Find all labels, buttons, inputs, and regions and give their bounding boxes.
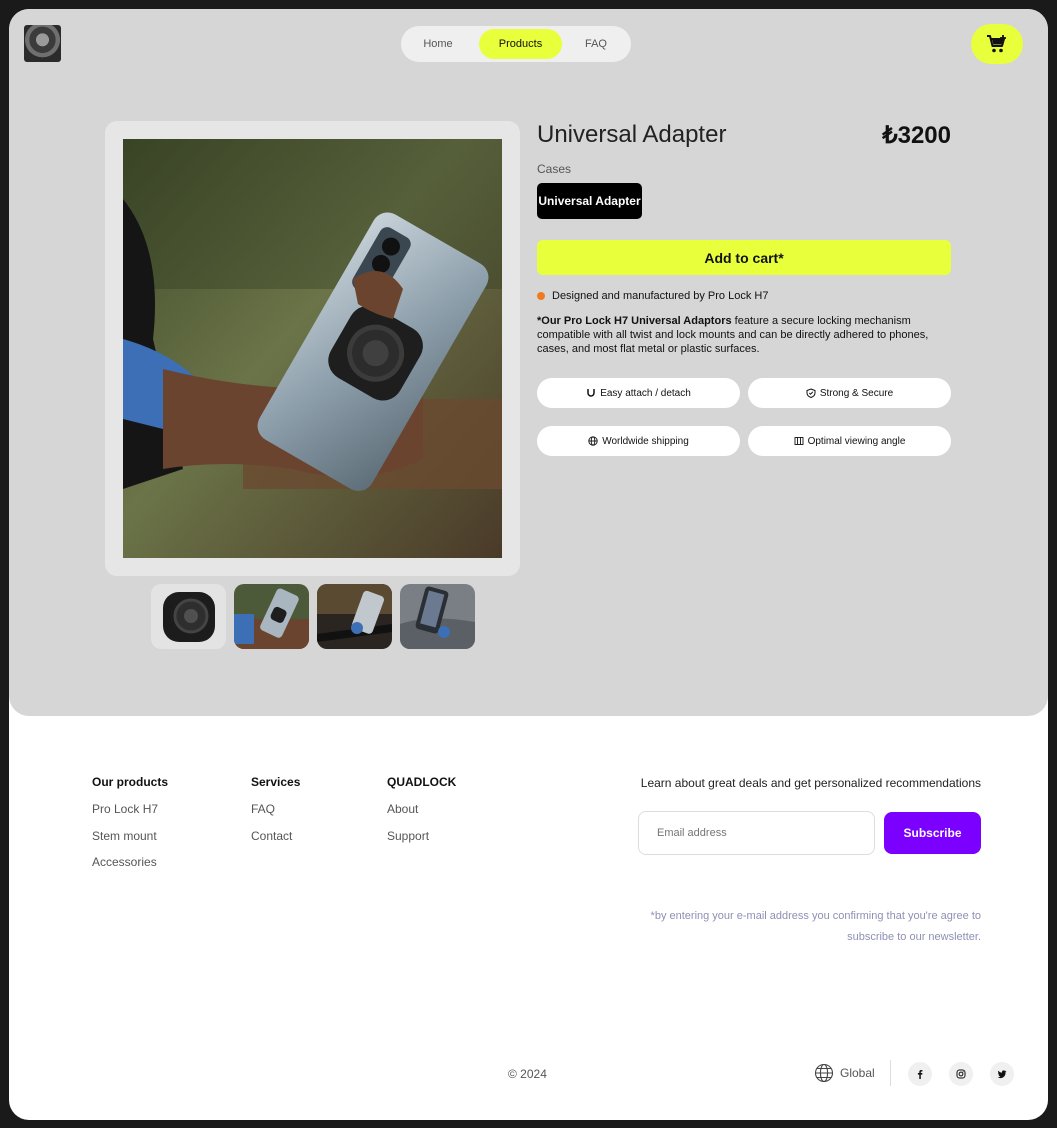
twitter-icon [997,1070,1007,1079]
feature-label: Strong & Secure [819,387,894,399]
magnet-icon [587,389,595,397]
copyright: © 2024 [508,1067,547,1081]
footer-link[interactable]: Support [387,829,429,843]
variant-option[interactable]: Universal Adapter [537,183,642,219]
footer-col-title: QUADLOCK [387,775,457,789]
product-thumbnail[interactable] [234,584,309,649]
feature-viewing-angle: Optimal viewing angle [748,426,951,456]
product-price: ₺3200 [882,122,951,149]
cart-button[interactable] [971,24,1023,64]
main-nav: Home Products FAQ [401,26,631,62]
add-to-cart-button[interactable]: Add to cart* [537,240,951,275]
product-thumbnail[interactable] [317,584,392,649]
maker-note-text: Designed and manufactured by Pro Lock H7 [552,290,769,302]
facebook-button[interactable] [908,1062,932,1086]
instagram-button[interactable] [949,1062,973,1086]
newsletter-disclaimer: *by entering your e-mail address you con… [650,910,981,943]
feature-strong-secure: Strong & Secure [748,378,951,408]
footer-link[interactable]: Contact [251,829,292,843]
status-dot-icon [537,292,545,300]
product-title: Universal Adapter [537,121,727,148]
footer-link[interactable]: Accessories [92,855,157,869]
instagram-icon [956,1069,966,1079]
page-frame: Home Products FAQ Universal Adapter ₺320… [9,9,1048,1120]
footer-link[interactable]: About [387,802,418,816]
feature-label: Optimal viewing angle [807,435,906,447]
footer-col-title: Our products [92,775,169,789]
nav-products[interactable]: Products [479,29,562,59]
newsletter-text: Learn about great deals and get personal… [640,776,981,790]
footer-link[interactable]: FAQ [251,802,275,816]
twitter-button[interactable] [990,1062,1014,1086]
product-description: *Our Pro Lock H7 Universal Adaptors feat… [537,314,952,356]
description-bold: *Our Pro Lock H7 Universal Adaptors [537,315,732,327]
product-image-card [105,121,520,576]
region-selector[interactable]: Global [814,1063,875,1083]
nav-home[interactable]: Home [409,29,467,59]
footer-col-title: Services [251,775,301,789]
category-label: Cases [537,162,572,176]
subscribe-button[interactable]: Subscribe [884,812,981,854]
email-field[interactable] [638,811,875,855]
region-label: Global [840,1066,875,1080]
product-section: Home Products FAQ Universal Adapter ₺320… [9,9,1048,716]
product-thumbnail[interactable] [400,584,475,649]
product-main-image [123,139,502,558]
globe-icon [814,1063,834,1083]
nav-faq[interactable]: FAQ [573,29,619,59]
feature-worldwide-shipping: Worldwide shipping [537,426,740,456]
product-thumbnail[interactable] [151,584,226,649]
avatar[interactable] [24,25,61,62]
feature-easy-attach: Easy attach / detach [537,378,740,408]
globe-icon [588,436,598,446]
footer-link[interactable]: Pro Lock H7 [92,802,158,816]
angle-icon [794,437,804,445]
cart-add-icon [987,35,1006,53]
footer-link[interactable]: Stem mount [92,829,157,843]
feature-label: Easy attach / detach [600,387,691,399]
shield-icon [806,388,816,398]
feature-label: Worldwide shipping [602,435,689,447]
footer-divider [890,1060,891,1086]
maker-note: Designed and manufactured by Pro Lock H7 [537,290,768,302]
facebook-icon [917,1070,923,1079]
